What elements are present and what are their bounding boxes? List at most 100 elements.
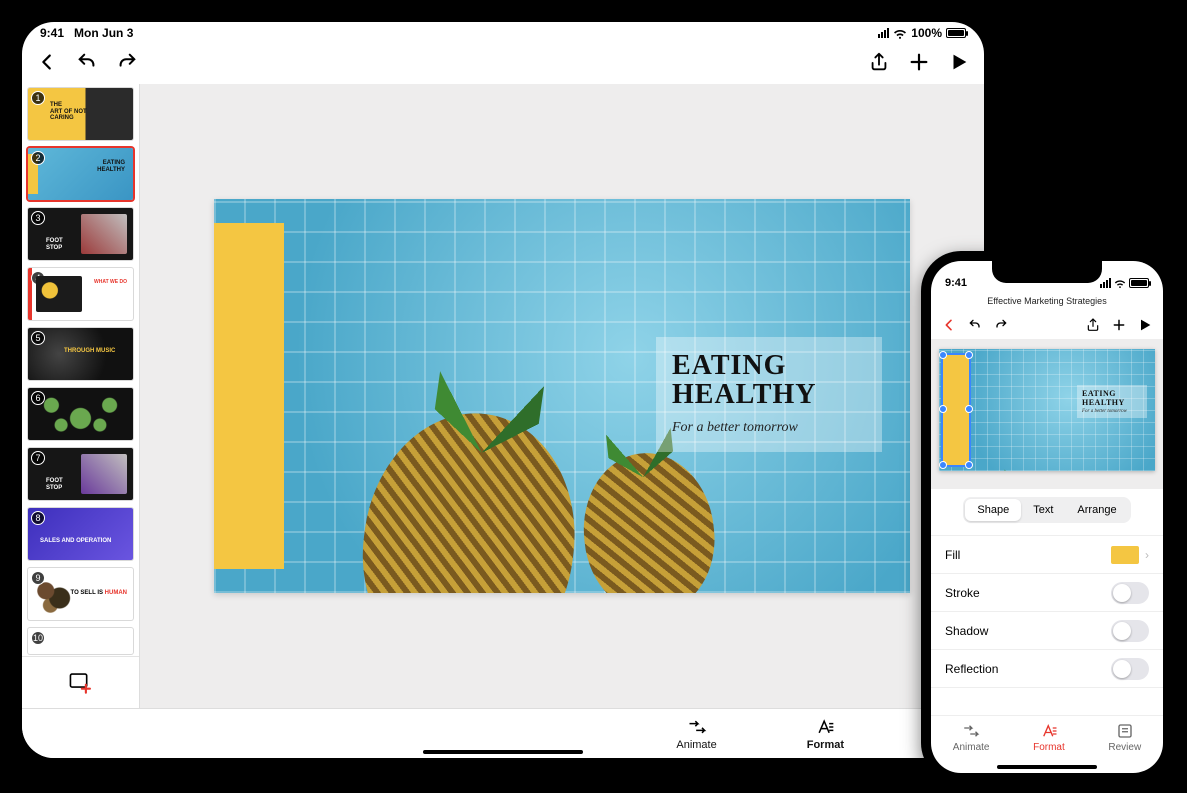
slide-text-box[interactable]: EATING HEALTHY For a better tomorrow (1077, 385, 1147, 418)
selection-handle[interactable] (939, 351, 947, 359)
signal-icon (878, 28, 889, 38)
slide-thumb-5[interactable]: 5 THROUGH MUSIC (28, 328, 133, 380)
slide-thumb-10[interactable]: 10 (28, 628, 133, 654)
shape-properties-list: Fill › Stroke Shadow Reflection (931, 535, 1163, 688)
property-row-stroke[interactable]: Stroke (931, 574, 1163, 612)
segment-text[interactable]: Text (1021, 499, 1065, 521)
property-row-fill[interactable]: Fill › (931, 536, 1163, 574)
thumb-label: THE ART OF NOT CARING (50, 102, 87, 122)
add-slide-icon (68, 670, 94, 696)
shadow-toggle[interactable] (1111, 620, 1149, 642)
slide-thumb-3[interactable]: 3 FOOT STOP (28, 208, 133, 260)
yellow-rectangle-shape[interactable] (214, 223, 284, 569)
slide-thumb-9[interactable]: 9 TO SELL IS HUMAN (28, 568, 133, 620)
status-left: 9:41 Mon Jun 3 (40, 26, 133, 40)
thumb-label: FOOT STOP (46, 238, 63, 251)
iphone-toolbar (931, 311, 1163, 339)
slide-subtitle: For a better tomorrow (1082, 409, 1142, 414)
ipad-toolbar (22, 44, 984, 84)
slide-number: 1 (31, 91, 45, 105)
iphone-notch (992, 261, 1102, 283)
tab-format[interactable]: Format (807, 717, 844, 751)
stroke-toggle[interactable] (1111, 582, 1149, 604)
slide-thumb-7[interactable]: 7 FOOT STOP (28, 448, 133, 500)
review-icon (1116, 722, 1134, 740)
thumb-label: THROUGH MUSIC (64, 348, 115, 355)
property-row-shadow[interactable]: Shadow (931, 612, 1163, 650)
slide-number: 10 (31, 631, 45, 645)
slide-canvas[interactable]: EATING HEALTHY For a better tomorrow (214, 199, 910, 593)
reflection-toggle[interactable] (1111, 658, 1149, 680)
iphone-slide-canvas-area[interactable]: EATING HEALTHY For a better tomorrow (931, 339, 1163, 489)
tab-label: Review (1108, 742, 1141, 753)
tab-review[interactable]: Review (1108, 722, 1141, 753)
back-icon[interactable] (36, 51, 58, 73)
redo-icon[interactable] (993, 317, 1009, 333)
slide-canvas-area[interactable]: EATING HEALTHY For a better tomorrow (140, 84, 984, 708)
home-indicator[interactable] (997, 765, 1097, 769)
slide-subtitle: For a better tomorrow (672, 420, 866, 436)
thumb-label: EATING HEALTHY (97, 160, 125, 173)
format-segmented-control: Shape Text Arrange (963, 497, 1130, 523)
slide-text-box[interactable]: EATING HEALTHY For a better tomorrow (656, 337, 882, 452)
tab-label: Format (1033, 742, 1065, 753)
document-title-bar: Effective Marketing Strategies (931, 291, 1163, 311)
add-icon[interactable] (908, 51, 930, 73)
wifi-icon (893, 26, 907, 40)
home-indicator[interactable] (423, 750, 583, 754)
thumb-label: FOOT STOP (46, 478, 63, 491)
play-icon[interactable] (948, 51, 970, 73)
slide-thumb-1[interactable]: 1 THE ART OF NOT CARING (28, 88, 133, 140)
share-icon[interactable] (868, 51, 890, 73)
signal-icon (1100, 278, 1111, 288)
status-date: Mon Jun 3 (74, 26, 133, 40)
selection-handle[interactable] (965, 461, 973, 469)
slide-title: EATING HEALTHY (1082, 389, 1142, 407)
thumb-label: SALES AND OPERATION (40, 538, 111, 545)
battery-icon (946, 28, 966, 38)
slide-thumb-4[interactable]: 4 WHAT WE DO (28, 268, 133, 320)
segment-shape[interactable]: Shape (965, 499, 1021, 521)
selection-handle[interactable] (939, 461, 947, 469)
animate-icon (962, 722, 980, 740)
add-icon[interactable] (1111, 317, 1127, 333)
ipad-screen: 9:41 Mon Jun 3 100% (22, 22, 984, 758)
back-icon[interactable] (941, 317, 957, 333)
ipad-device-frame: 9:41 Mon Jun 3 100% (10, 10, 996, 770)
slide-number: 3 (31, 211, 45, 225)
format-icon (815, 717, 835, 737)
slide-number: 4 (31, 271, 45, 285)
slide-number: 8 (31, 511, 45, 525)
status-time: 9:41 (40, 26, 64, 40)
status-right: 100% (878, 26, 966, 40)
play-icon[interactable] (1137, 317, 1153, 333)
property-label: Shadow (945, 624, 988, 638)
segment-arrange[interactable]: Arrange (1065, 499, 1128, 521)
slide-canvas[interactable]: EATING HEALTHY For a better tomorrow (939, 349, 1155, 471)
tab-animate[interactable]: Animate (953, 722, 990, 753)
property-row-reflection[interactable]: Reflection (931, 650, 1163, 688)
share-icon[interactable] (1085, 317, 1101, 333)
undo-icon[interactable] (76, 51, 98, 73)
slide-thumb-8[interactable]: 8 SALES AND OPERATION (28, 508, 133, 560)
redo-icon[interactable] (116, 51, 138, 73)
slide-title: EATING HEALTHY (672, 351, 866, 410)
add-slide-button[interactable] (22, 656, 139, 708)
thumb-label: TO SELL IS HUMAN (71, 590, 127, 597)
slide-thumb-2[interactable]: 2 EATING HEALTHY (28, 148, 133, 200)
selection-handle[interactable] (965, 405, 973, 413)
tab-format[interactable]: Format (1033, 722, 1065, 753)
iphone-device-frame: 9:41 Effective Marketing Strategies (921, 251, 1173, 783)
ipad-status-bar: 9:41 Mon Jun 3 100% (22, 22, 984, 44)
slide-thumb-6[interactable]: 6 (28, 388, 133, 440)
battery-percent: 100% (911, 26, 942, 40)
selection-handle[interactable] (965, 351, 973, 359)
format-panel: Shape Text Arrange Fill › Stroke Sha (931, 489, 1163, 715)
tab-animate[interactable]: Animate (676, 717, 716, 751)
undo-icon[interactable] (967, 317, 983, 333)
slide-number: 5 (31, 331, 45, 345)
selection-handle[interactable] (939, 405, 947, 413)
tab-label: Animate (953, 742, 990, 753)
battery-icon (1129, 278, 1149, 288)
status-right (1100, 277, 1149, 289)
